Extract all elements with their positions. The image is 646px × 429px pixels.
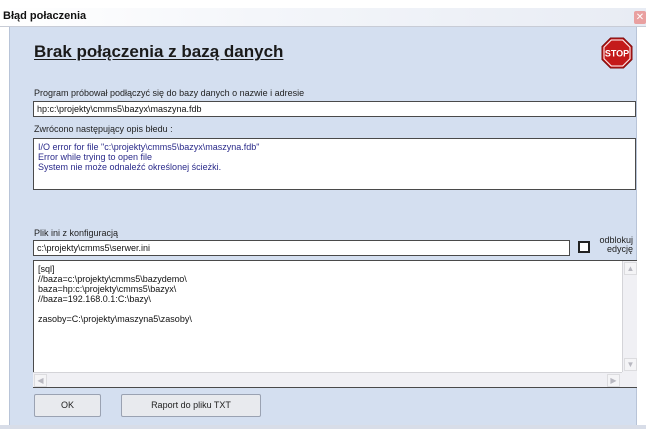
error-line: I/O error for file "c:\projekty\cmms5\ba… <box>38 142 260 152</box>
horizontal-scrollbar[interactable]: ◀ ▶ <box>33 372 622 387</box>
ini-file-field[interactable]: c:\projekty\cmms5\serwer.ini <box>33 240 570 256</box>
scroll-left-icon[interactable]: ◀ <box>34 374 47 387</box>
ok-button[interactable]: OK <box>34 394 101 417</box>
ini-line <box>38 304 632 314</box>
vertical-scrollbar[interactable]: ▲ ▼ <box>622 261 637 373</box>
ini-line: //baza=192.168.0.1:C:\bazy\ <box>38 294 151 304</box>
scrollbar-corner <box>622 372 637 387</box>
ini-line: //baza=c:\projekty\cmms5\bazydemo\ <box>38 274 187 284</box>
unlock-edit-checkbox[interactable] <box>578 241 590 253</box>
title-bar[interactable]: Błąd połaczenia ✕ <box>0 8 646 27</box>
ini-line: [sql] <box>38 264 55 274</box>
error-dialog: Błąd połaczenia ✕ Brak połączenia z bazą… <box>0 0 646 429</box>
error-description-label: Zwrócono następujący opis błedu : <box>34 124 173 134</box>
scroll-down-icon[interactable]: ▼ <box>624 358 637 371</box>
report-to-txt-button[interactable]: Raport do pliku TXT <box>121 394 261 417</box>
db-address-field[interactable]: hp:c:\projekty\cmms5\bazyx\maszyna.fdb <box>33 101 636 117</box>
ini-file-label: Plik ini z konfiguracją <box>34 228 119 238</box>
error-line: Error while trying to open file <box>38 152 153 162</box>
error-line: System nie może odnaleźć określonej ście… <box>38 162 222 172</box>
close-icon[interactable]: ✕ <box>634 11 646 24</box>
db-address-label: Program próbował podłączyć się do bazy d… <box>34 88 305 98</box>
unlock-edit-label-line-2: edycję <box>606 244 633 254</box>
ini-line: baza=hp:c:\projekty\cmms5\bazyx\ <box>38 284 177 294</box>
window-title: Błąd połaczenia <box>3 10 87 22</box>
stop-icon: STOP <box>601 37 633 69</box>
dialog-bottom-edge <box>0 425 646 429</box>
page-title: Brak połączenia z bazą danych <box>34 42 284 61</box>
ini-content-editor[interactable]: [sql] //baza=c:\projekty\cmms5\bazydemo\… <box>33 260 637 388</box>
unlock-edit-label: odblokuj edycję <box>597 236 633 254</box>
stop-icon-text: STOP <box>605 49 629 59</box>
scroll-up-icon[interactable]: ▲ <box>624 262 637 275</box>
scroll-right-icon[interactable]: ▶ <box>607 374 620 387</box>
error-description-box[interactable]: I/O error for file "c:\projekty\cmms5\ba… <box>33 138 636 190</box>
ini-line: zasoby=C:\projekty\maszyna5\zasoby\ <box>38 314 192 324</box>
